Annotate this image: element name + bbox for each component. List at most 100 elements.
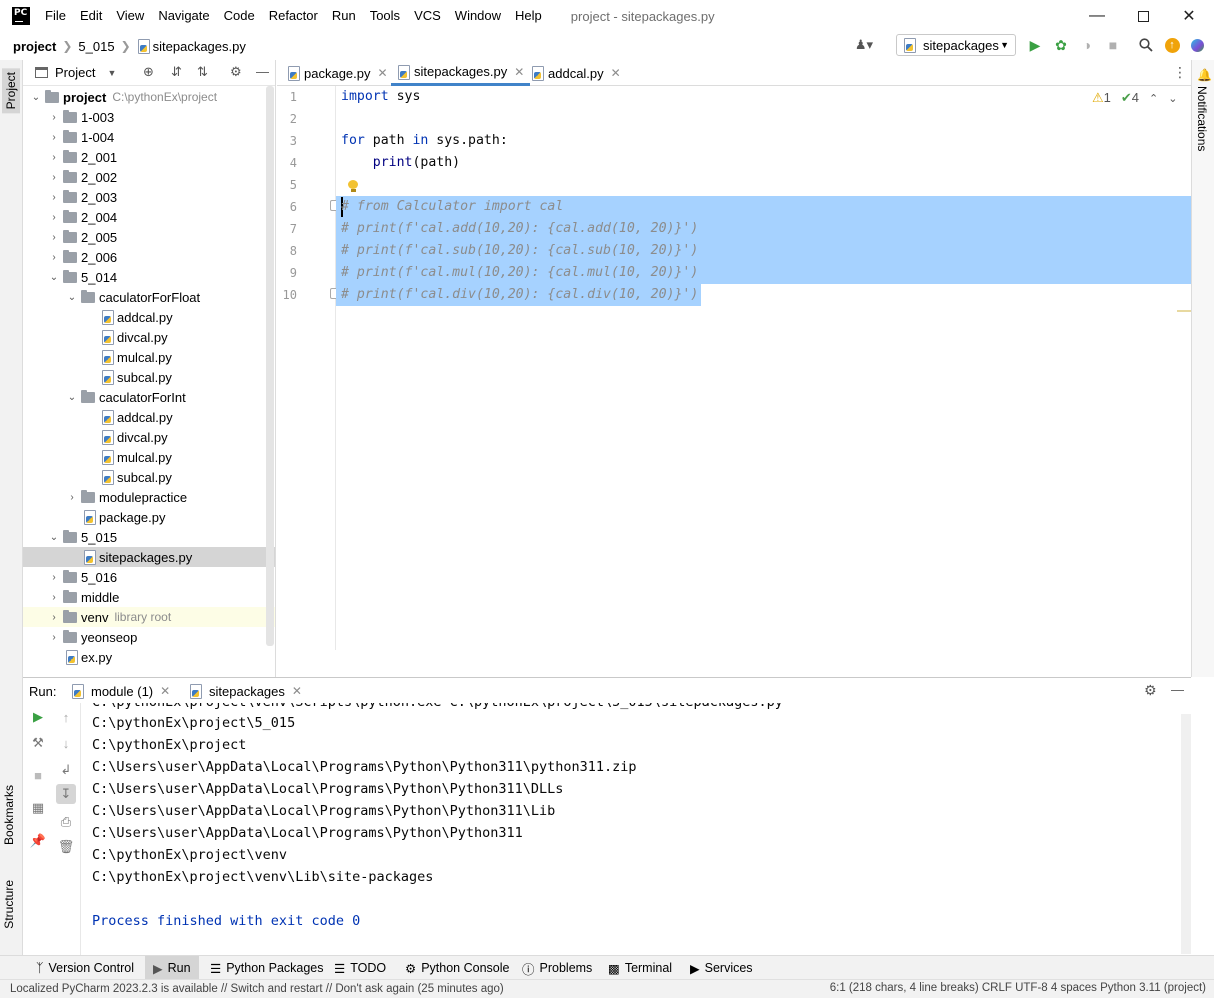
tree-folder[interactable]: ⌄ 5_014 xyxy=(23,267,275,287)
tree-folder[interactable]: › 1-003 xyxy=(23,107,275,127)
gear-icon[interactable]: ⚙ xyxy=(1144,682,1157,699)
tree-folder[interactable]: › 2_005 xyxy=(23,227,275,247)
tree-folder[interactable]: › 2_003 xyxy=(23,187,275,207)
close-icon[interactable]: ✕ xyxy=(1166,0,1212,32)
tree-folder[interactable]: › middle xyxy=(23,587,275,607)
tree-file[interactable]: divcal.py xyxy=(23,327,275,347)
tree-folder[interactable]: › 2_004 xyxy=(23,207,275,227)
close-tab-icon[interactable]: ✕ xyxy=(378,66,388,80)
expand-all-icon[interactable]: ⇵ xyxy=(171,64,182,80)
chevron-down-icon[interactable]: ⌄ xyxy=(31,92,41,103)
menu-code[interactable]: Code xyxy=(217,0,262,32)
menu-tools[interactable]: Tools xyxy=(363,0,407,32)
locate-icon[interactable]: ⊕ xyxy=(143,64,154,80)
menu-refactor[interactable]: Refactor xyxy=(262,0,325,32)
tool-tab-terminal[interactable]: ▩ Terminal xyxy=(608,956,672,980)
chevron-down-icon[interactable]: ▼ xyxy=(107,68,116,78)
project-panel-title[interactable]: Project xyxy=(55,65,95,80)
breadcrumb-file[interactable]: sitepackages.py xyxy=(153,39,246,54)
tree-file[interactable]: sitepackages.py xyxy=(23,547,275,567)
close-tab-icon[interactable]: ✕ xyxy=(611,66,621,80)
debug-icon[interactable]: ✿ xyxy=(1050,34,1072,56)
hide-panel-icon[interactable]: — xyxy=(1171,682,1184,697)
chevron-right-icon[interactable]: › xyxy=(49,212,59,223)
run-icon[interactable]: ▶ xyxy=(1024,34,1046,56)
chevron-down-icon[interactable]: ⌄ xyxy=(67,392,77,403)
tool-tab-services[interactable]: ▶ Services xyxy=(690,956,753,980)
tree-root[interactable]: ⌄ project C:\pythonEx\project xyxy=(23,87,275,107)
tree-file[interactable]: subcal.py xyxy=(23,367,275,387)
notifications-tool-tab[interactable]: Notifications xyxy=(1195,86,1209,151)
tree-folder[interactable]: › modulepractice xyxy=(23,487,275,507)
chevron-right-icon[interactable]: › xyxy=(49,572,59,583)
tree-file[interactable]: addcal.py xyxy=(23,307,275,327)
status-info[interactable]: 6:1 (218 chars, 4 line breaks) CRLF UTF-… xyxy=(830,982,1206,994)
tree-file[interactable]: subcal.py xyxy=(23,467,275,487)
chevron-right-icon[interactable]: › xyxy=(49,152,59,163)
close-tab-icon[interactable]: ✕ xyxy=(514,65,524,79)
chevron-right-icon[interactable]: › xyxy=(49,172,59,183)
chevron-right-icon[interactable]: › xyxy=(67,492,77,503)
tool-tab-python-packages[interactable]: ☰ Python Packages xyxy=(210,956,324,980)
run-configuration-select[interactable]: sitepackages ▼ xyxy=(896,34,1016,56)
gear-icon[interactable]: ⚙ xyxy=(230,64,242,80)
tool-tab-todo[interactable]: ☰ TODO xyxy=(334,956,386,980)
tab-addcal-py[interactable]: addcal.py ✕ xyxy=(525,60,627,86)
tree-folder[interactable]: › 5_016 xyxy=(23,567,275,587)
tree-folder[interactable]: › 2_001 xyxy=(23,147,275,167)
tab-package-py[interactable]: package.py ✕ xyxy=(281,60,394,86)
menu-edit[interactable]: Edit xyxy=(73,0,109,32)
chevron-down-icon[interactable]: ⌄ xyxy=(1168,92,1177,105)
status-message[interactable]: Localized PyCharm 2023.2.3 is available … xyxy=(10,983,504,995)
update-icon[interactable]: ↑ xyxy=(1161,34,1183,56)
code-editor[interactable]: import sys for path in sys.path: print(p… xyxy=(336,86,1191,650)
scrollbar[interactable] xyxy=(266,86,274,646)
close-tab-icon[interactable]: ✕ xyxy=(160,684,170,698)
menu-window[interactable]: Window xyxy=(448,0,508,32)
tree-folder[interactable]: › 2_006 xyxy=(23,247,275,267)
tree-folder[interactable]: ⌄ 5_015 xyxy=(23,527,275,547)
tab-sitepackages-py[interactable]: sitepackages.py ✕ xyxy=(391,60,531,86)
chevron-right-icon[interactable]: › xyxy=(49,132,59,143)
stop-icon[interactable]: ■ xyxy=(1102,34,1124,56)
tool-tab-run[interactable]: ▶ Run xyxy=(145,956,199,980)
tree-file[interactable]: mulcal.py xyxy=(23,347,275,367)
run-tab-module[interactable]: module (1) ✕ xyxy=(71,678,170,704)
search-icon[interactable] xyxy=(1135,34,1157,56)
tree-folder[interactable]: › venv library root xyxy=(23,607,275,627)
tree-file[interactable]: package.py xyxy=(23,507,275,527)
scrollbar[interactable] xyxy=(1181,714,1191,954)
run-tab-sitepackages[interactable]: sitepackages ✕ xyxy=(189,678,302,704)
minimize-icon[interactable]: — xyxy=(1074,0,1120,32)
menu-help[interactable]: Help xyxy=(508,0,549,32)
chevron-right-icon[interactable]: › xyxy=(49,632,59,643)
maximize-icon[interactable] xyxy=(1120,0,1166,32)
breadcrumb-project[interactable]: project xyxy=(13,39,56,54)
chevron-right-icon[interactable]: › xyxy=(49,612,59,623)
tree-folder[interactable]: › yeonseop xyxy=(23,627,275,647)
chevron-down-icon[interactable]: ⌄ xyxy=(49,272,59,283)
tree-file[interactable]: mulcal.py xyxy=(23,447,275,467)
chevron-right-icon[interactable]: › xyxy=(49,592,59,603)
tree-folder[interactable]: › 2_002 xyxy=(23,167,275,187)
menu-file[interactable]: File xyxy=(38,0,73,32)
collapse-all-icon[interactable]: ⇅ xyxy=(197,64,208,80)
tool-tab-problems[interactable]: ⓘ Problems xyxy=(522,956,592,980)
chevron-down-icon[interactable]: ⌄ xyxy=(49,532,59,543)
chevron-down-icon[interactable]: ⌄ xyxy=(67,292,77,303)
chevron-up-icon[interactable]: ⌃ xyxy=(1149,92,1158,105)
more-options-icon[interactable]: ⋮ xyxy=(1173,64,1187,81)
hide-panel-icon[interactable]: — xyxy=(256,64,269,79)
jetbrains-ai-icon[interactable] xyxy=(1186,34,1208,56)
menu-run[interactable]: Run xyxy=(325,0,363,32)
tree-folder[interactable]: ⌄ caculatorForInt xyxy=(23,387,275,407)
chevron-right-icon[interactable]: › xyxy=(49,232,59,243)
breadcrumb-folder[interactable]: 5_015 xyxy=(78,39,114,54)
tree-file[interactable]: ex.py xyxy=(23,647,275,667)
tree-file[interactable]: addcal.py xyxy=(23,407,275,427)
tree-file[interactable]: divcal.py xyxy=(23,427,275,447)
tree-folder[interactable]: › 1-004 xyxy=(23,127,275,147)
coverage-icon[interactable]: ◑ xyxy=(1076,34,1098,56)
tree-folder[interactable]: ⌄ caculatorForFloat xyxy=(23,287,275,307)
project-tool-tab[interactable]: Project xyxy=(2,68,20,114)
